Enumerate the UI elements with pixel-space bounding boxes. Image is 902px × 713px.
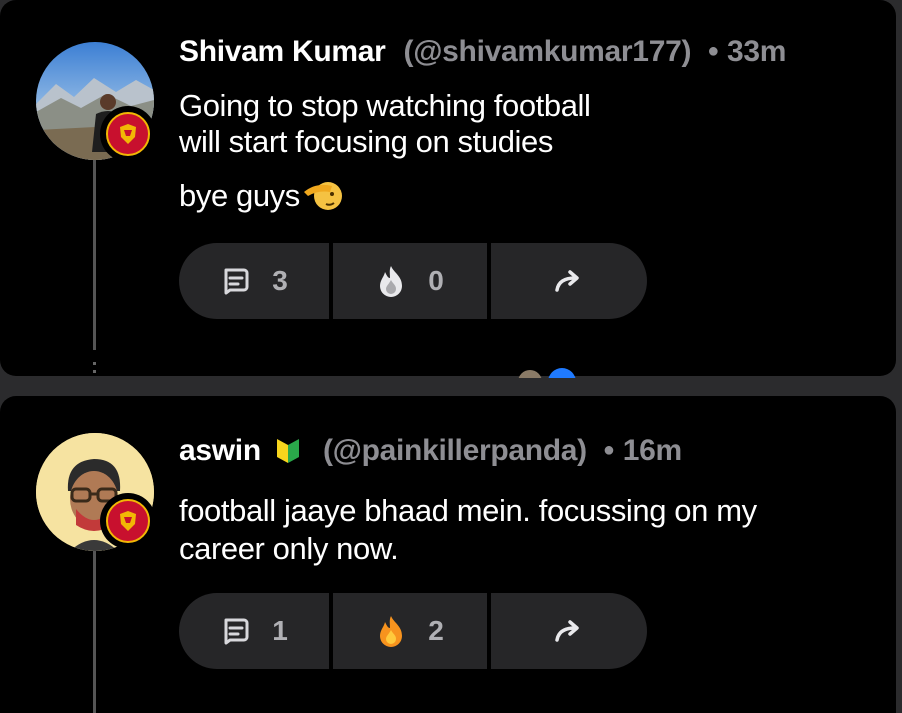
post-header: aswin (@painkillerpanda) ● 16m	[179, 432, 682, 473]
post-line-row: bye guys	[179, 178, 591, 214]
share-arrow-icon	[555, 620, 579, 642]
thread-line-dash	[93, 370, 96, 373]
share-button[interactable]	[491, 243, 647, 319]
comment-icon	[224, 618, 249, 645]
post-actions: 3 0	[179, 243, 647, 319]
post-line: will start focusing on studies	[179, 124, 553, 159]
share-button[interactable]	[491, 593, 647, 669]
reaction-count: 2	[428, 615, 444, 646]
reply-avatars	[518, 368, 576, 378]
reaction-count: 0	[428, 265, 444, 296]
post-line: career only now.	[179, 531, 399, 566]
thread-line-dash	[93, 362, 96, 365]
club-badge	[100, 493, 156, 549]
post-line: bye guys	[179, 178, 300, 213]
react-button[interactable]: 2	[333, 593, 487, 669]
club-badge	[100, 106, 156, 162]
author-handle[interactable]: (@painkillerpanda)	[323, 434, 587, 467]
beginner-symbol-icon	[276, 439, 299, 463]
comment-button[interactable]: 3	[179, 243, 329, 319]
post-time: 33m	[726, 35, 787, 68]
thread-line	[93, 160, 96, 350]
react-button[interactable]: 0	[333, 243, 487, 319]
post-line: Going to stop watching football	[179, 88, 591, 123]
post-card[interactable]: aswin (@painkillerpanda) ● 16m football j…	[0, 396, 896, 713]
separator-dot: ●	[707, 40, 719, 62]
post-actions: 1 2	[179, 593, 647, 669]
post-card[interactable]: Shivam Kumar (@shivamkumar177) ● 33m Goin…	[0, 0, 896, 378]
author-handle[interactable]: (@shivamkumar177)	[404, 35, 692, 68]
post-time: 16m	[622, 434, 682, 467]
salute-face-icon	[303, 182, 342, 210]
comment-count: 1	[272, 615, 288, 646]
author-name[interactable]: Shivam Kumar	[179, 35, 386, 68]
comment-icon	[224, 268, 249, 295]
separator-dot: ●	[602, 439, 615, 461]
club-crest-icon	[106, 112, 150, 156]
comment-count: 3	[272, 265, 288, 296]
fire-icon	[380, 616, 403, 647]
post-body: Going to stop watching football will sta…	[179, 88, 591, 214]
post-body: football jaaye bhaad mein. focussing on …	[179, 492, 757, 568]
fire-icon	[380, 266, 403, 297]
post-line: football jaaye bhaad mein. focussing on …	[179, 493, 757, 528]
club-crest-icon	[106, 499, 150, 543]
comment-button[interactable]: 1	[179, 593, 329, 669]
author-name[interactable]: aswin	[179, 434, 261, 467]
post-header: Shivam Kumar (@shivamkumar177) ● 33m	[179, 33, 786, 74]
share-arrow-icon	[555, 270, 579, 292]
thread-line	[93, 551, 96, 713]
